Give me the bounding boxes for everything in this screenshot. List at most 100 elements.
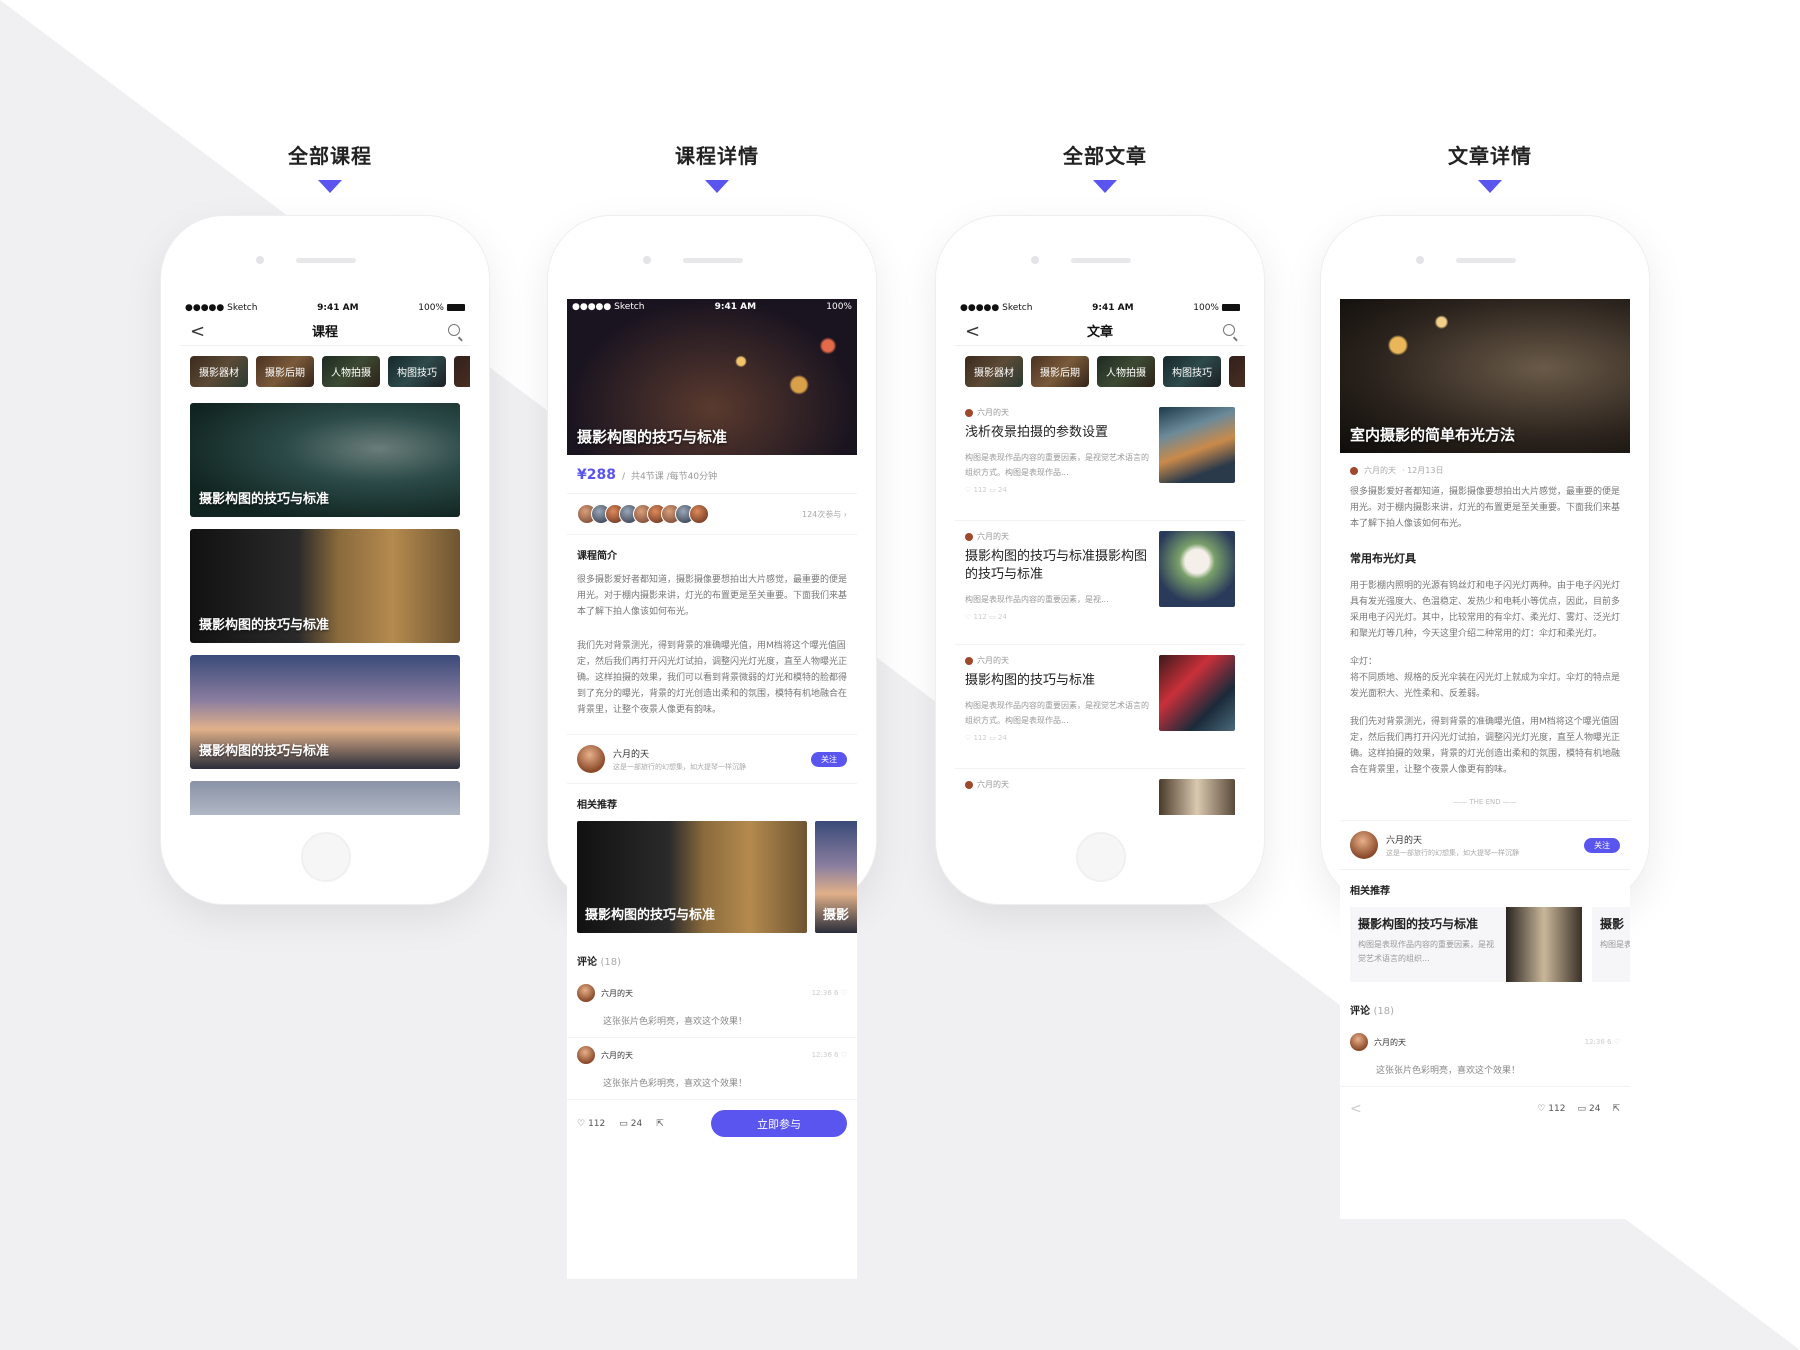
like-button[interactable]: ♡ 112 bbox=[577, 1119, 605, 1129]
price-row: ¥288 / 共4节课 /每节40分钟 bbox=[567, 455, 857, 494]
article-item[interactable]: 六月的天 摄影构图的技巧与标准摄影构图的技巧与标准 构图是表现作品内容的重要因素… bbox=[955, 521, 1245, 645]
article-title: 摄影构图的技巧与标准摄影构图的技巧与标准 bbox=[965, 549, 1148, 582]
course-card[interactable] bbox=[190, 781, 460, 815]
search-icon[interactable] bbox=[1223, 324, 1235, 336]
article-meta: ♡ 112 ▭ 24 bbox=[965, 613, 1007, 621]
home-button[interactable] bbox=[1076, 832, 1126, 882]
related-card[interactable]: 摄影构图的技巧与标准构图是表现作品内容的重要因素，是视觉艺术语言的组织... bbox=[1350, 907, 1582, 982]
price-subtitle: 共4节课 /每节40分钟 bbox=[631, 472, 718, 482]
avatar bbox=[965, 532, 973, 541]
time-label: 9:41 AM bbox=[317, 303, 359, 313]
time-label: 9:41 AM bbox=[714, 302, 757, 312]
phone-frame: ●●●●● Sketch 9:41 AM 100% < 文章 摄影器材 摄影后期… bbox=[935, 215, 1265, 905]
home-button[interactable] bbox=[301, 832, 351, 882]
related-card[interactable]: 摄影构图是表现作品内容的重要因素，是 bbox=[1592, 907, 1630, 982]
back-icon[interactable]: < bbox=[190, 321, 205, 342]
back-icon[interactable]: < bbox=[965, 321, 980, 342]
comment-button[interactable]: ▭ 24 bbox=[619, 1119, 642, 1129]
heart-icon: ♡ bbox=[577, 1118, 586, 1129]
back-icon[interactable]: < bbox=[1350, 1101, 1362, 1117]
participants-row[interactable]: 124次参与 › bbox=[567, 494, 857, 535]
comment-author: 六月的天 bbox=[601, 988, 633, 998]
article-meta: ♡ 112 ▭ 24 bbox=[965, 486, 1007, 494]
comment-icon: ▭ bbox=[619, 1118, 628, 1129]
author-row: 六月的天 这是一部旅行的幻想集，如大提琴一样沉静 关注 bbox=[1340, 820, 1630, 870]
comment-icon: ▭ bbox=[1577, 1104, 1586, 1114]
author-desc: 这是一部旅行的幻想集，如大提琴一样沉静 bbox=[1386, 848, 1519, 857]
camera-icon bbox=[1031, 256, 1039, 264]
heart-icon: ♡ bbox=[1537, 1104, 1546, 1114]
article-item[interactable]: 六月的天 摄影构图的技巧与标准 构图是表现作品内容的重要因素，是视觉艺术语言的组… bbox=[955, 645, 1245, 769]
share-icon[interactable]: ⇱ bbox=[656, 1119, 664, 1129]
article-hero-title: 室内摄影的简单布光方法 bbox=[1350, 426, 1516, 444]
column-title: 全部文章 bbox=[1063, 144, 1147, 168]
article-item[interactable]: 六月的天 浅析夜景拍摄的参数设置 构图是表现作品内容的重要因素，是视觉艺术语言的… bbox=[955, 397, 1245, 521]
related-card[interactable]: 摄影 bbox=[815, 821, 857, 933]
comment-author: 六月的天 bbox=[601, 1050, 633, 1060]
chip-equipment[interactable]: 摄影器材 bbox=[965, 356, 1023, 387]
intro-paragraph: 我们先对背景测光，得到背景的准确曝光值，用M档将这个曝光值固定，然后我们再打开闪… bbox=[577, 641, 848, 715]
article-title: 浅析夜景拍摄的参数设置 bbox=[965, 425, 1109, 440]
course-card-title: 摄影构图的技巧与标准 bbox=[199, 492, 330, 507]
article-author: 六月的天 bbox=[965, 407, 1151, 418]
down-arrow-icon bbox=[1093, 180, 1117, 193]
share-icon[interactable]: ⇱ bbox=[1612, 1104, 1620, 1114]
camera-icon bbox=[643, 256, 651, 264]
intro-title: 课程简介 bbox=[577, 551, 617, 562]
author-name: 六月的天 bbox=[613, 749, 650, 760]
related-card-title: 摄影构图的技巧与标准 bbox=[1358, 917, 1479, 931]
chip-composition[interactable]: 构图技巧 bbox=[388, 356, 446, 387]
search-icon[interactable] bbox=[448, 324, 460, 336]
chip-portrait[interactable]: 人物拍摄 bbox=[1097, 356, 1155, 387]
avatar bbox=[689, 504, 709, 524]
course-card[interactable]: 摄影构图的技巧与标准 bbox=[190, 529, 460, 643]
article-paragraph: 伞灯： 将不同质地、规格的反光伞装在闪光灯上就成为伞灯。伞灯的特点是发光面积大、… bbox=[1350, 657, 1621, 699]
carrier-label: ●●●●● Sketch bbox=[572, 302, 645, 312]
course-hero-image: ●●●●● Sketch 9:41 AM 100% 摄影构图的技巧与标准 bbox=[567, 299, 857, 455]
course-card[interactable]: 摄影构图的技巧与标准 bbox=[190, 655, 460, 769]
participants-count: 124次参与 › bbox=[801, 509, 847, 519]
screen: 室内摄影的简单布光方法 六月的天 · 12月13日 很多摄影爱好者都知道，摄影摄像… bbox=[1340, 299, 1630, 1219]
chip-portrait[interactable]: 人物拍摄 bbox=[322, 356, 380, 387]
chip-postprocess[interactable]: 摄影后期 bbox=[1031, 356, 1089, 387]
comment-button[interactable]: ▭ 24 bbox=[1577, 1104, 1600, 1114]
chip-postprocess[interactable]: 摄影后期 bbox=[256, 356, 314, 387]
bottom-action-bar: ♡ 112 ▭ 24 ⇱ 立即参与 bbox=[567, 1100, 857, 1147]
comment-item: 六月的天 12:36 6 ♡ 这张张片色彩明亮，喜欢这个效果！ bbox=[567, 976, 857, 1038]
follow-button[interactable]: 关注 bbox=[811, 751, 847, 767]
article-item[interactable]: 六月的天 bbox=[955, 769, 1245, 815]
phone-frame: ●●●●● Sketch 9:41 AM 100% < 课程 摄影器材 摄影后期… bbox=[160, 215, 490, 905]
article-hero-image: 室内摄影的简单布光方法 bbox=[1340, 299, 1630, 453]
avatar[interactable] bbox=[577, 745, 605, 773]
battery-icon bbox=[446, 304, 465, 311]
down-arrow-icon bbox=[318, 180, 342, 193]
chip-composition[interactable]: 构图技巧 bbox=[1163, 356, 1221, 387]
avatar bbox=[1350, 1033, 1368, 1051]
chip-more[interactable]: 摄 bbox=[1229, 356, 1245, 387]
related-list: 摄影构图的技巧与标准构图是表现作品内容的重要因素，是视觉艺术语言的组织... 摄… bbox=[1340, 901, 1630, 988]
article-paragraph: 用于影棚内照明的光源有钨丝灯和电子闪光灯两种。由于电子闪光灯具有发光强度大、色温… bbox=[1350, 581, 1621, 639]
chip-more[interactable]: 摄 bbox=[454, 356, 470, 387]
comment-time: 12:36 6 ♡ bbox=[811, 1051, 847, 1059]
avatar bbox=[965, 408, 973, 417]
avatar[interactable] bbox=[1350, 831, 1378, 859]
avatar bbox=[965, 780, 973, 789]
price-value: ¥288 bbox=[577, 467, 616, 483]
article-meta: 六月的天 · 12月13日 bbox=[1340, 453, 1630, 478]
nav-bar: < 文章 bbox=[955, 316, 1245, 346]
article-desc: 构图是表现作品内容的重要因素，是视觉艺术语言的组织方式。构图是表现作品... bbox=[965, 701, 1149, 725]
article-thumbnail bbox=[1159, 779, 1235, 815]
course-card-title: 摄影构图的技巧与标准 bbox=[199, 744, 330, 759]
follow-button[interactable]: 关注 bbox=[1584, 837, 1620, 853]
join-button[interactable]: 立即参与 bbox=[711, 1110, 847, 1137]
comment-text: 这张张片色彩明亮，喜欢这个效果！ bbox=[1376, 1066, 1521, 1076]
status-bar: ●●●●● Sketch 9:41 AM 100% bbox=[180, 300, 470, 316]
status-bar: ●●●●● Sketch 9:41 AM 100% bbox=[955, 300, 1245, 316]
chip-equipment[interactable]: 摄影器材 bbox=[190, 356, 248, 387]
related-card[interactable]: 摄影构图的技巧与标准 bbox=[577, 821, 807, 933]
comments-title: 评论 (18) bbox=[1350, 1006, 1395, 1017]
related-card-desc: 构图是表现作品内容的重要因素，是视觉艺术语言的组织... bbox=[1358, 940, 1494, 963]
course-card[interactable]: 摄影构图的技巧与标准 bbox=[190, 403, 460, 517]
like-button[interactable]: ♡ 112 bbox=[1537, 1104, 1565, 1114]
bottom-action-bar: < ♡ 112 ▭ 24 ⇱ bbox=[1340, 1087, 1630, 1131]
